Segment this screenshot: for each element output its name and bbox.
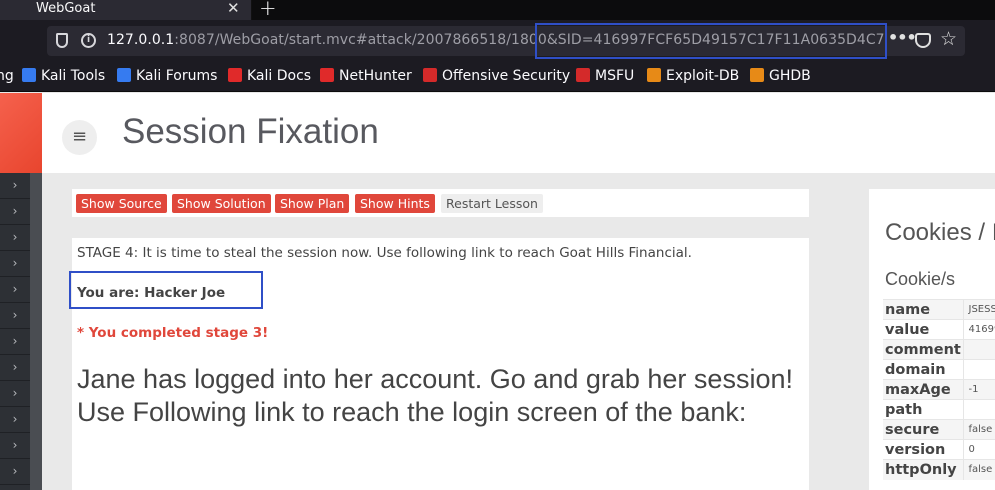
- cookie-value: -1: [963, 379, 995, 400]
- cookie-key: comment: [883, 339, 964, 360]
- bookmark-label: NetHunter: [339, 68, 412, 84]
- bookmark-label: Exploit-DB: [666, 68, 740, 84]
- cookie-key: version: [883, 439, 964, 460]
- cookie-row: version 0: [883, 439, 995, 460]
- cookie-row: comment: [883, 339, 995, 360]
- show-source-button[interactable]: Show Source: [76, 194, 167, 213]
- show-hints-button[interactable]: Show Hints: [355, 194, 435, 213]
- bookmark-label: GHDB: [769, 68, 811, 84]
- chevron-right-icon[interactable]: ›: [0, 381, 30, 407]
- chevron-right-icon[interactable]: ›: [0, 173, 30, 199]
- browser-tab[interactable]: WebGoat ✕: [0, 0, 252, 20]
- chevron-right-icon[interactable]: ›: [0, 459, 30, 485]
- bookmark-label: MSFU: [595, 68, 635, 84]
- cookies-subtitle: Cookie/s: [885, 269, 956, 289]
- page-title: Session Fixation: [122, 112, 379, 151]
- chevron-right-icon[interactable]: ›: [0, 251, 30, 277]
- bookmark-label: Kali Forums: [136, 68, 218, 84]
- new-tab-icon[interactable]: +: [259, 0, 277, 20]
- bookmark-label: Offensive Security: [442, 68, 571, 84]
- cookie-key: httpOnly: [883, 459, 964, 480]
- cookie-key: path: [883, 399, 964, 420]
- cookie-key: maxAge: [883, 379, 964, 400]
- cookie-row: domain: [883, 359, 995, 380]
- cookie-row: value41699: [883, 319, 995, 340]
- lesson-toolbar: Show Source Show Solution Show Plan Show…: [72, 189, 809, 217]
- tab-bar: WebGoat ✕ +: [0, 0, 995, 20]
- cookie-value: [963, 359, 995, 380]
- shield-icon[interactable]: [56, 33, 68, 48]
- cookie-value: [963, 399, 995, 420]
- kali-docs-icon: [228, 68, 242, 82]
- cookie-row: secure false: [883, 419, 995, 440]
- chevron-right-icon[interactable]: ›: [0, 407, 30, 433]
- cookie-row: maxAge -1: [883, 379, 995, 400]
- ghdb-icon: [750, 68, 764, 82]
- chevron-right-icon[interactable]: ›: [0, 199, 30, 225]
- side-nav: › › › › › › › › › › › ›: [0, 173, 30, 490]
- info-icon[interactable]: i: [81, 33, 96, 48]
- bookmark-item[interactable]: Exploit-DB: [647, 68, 739, 84]
- cookies-title: Cookies / I: [885, 219, 995, 246]
- cookie-value: 0: [963, 439, 995, 460]
- cookie-row: path: [883, 399, 995, 420]
- cookie-row: httpOnly false: [883, 459, 995, 480]
- cookie-value: false: [963, 459, 995, 480]
- user-highlight-box: [69, 271, 263, 309]
- chevron-right-icon[interactable]: ›: [0, 303, 30, 329]
- bookmark-item[interactable]: ng: [0, 68, 14, 84]
- chevron-right-icon[interactable]: ›: [0, 329, 30, 355]
- cookie-key: domain: [883, 359, 964, 380]
- bookmark-item[interactable]: Kali Forums: [117, 68, 217, 84]
- bookmark-item[interactable]: NetHunter: [320, 68, 412, 84]
- cookie-value: JSESS: [963, 299, 995, 320]
- show-plan-button[interactable]: Show Plan: [275, 194, 350, 213]
- url-host: 127.0.0.1: [107, 32, 175, 48]
- tab-title: WebGoat: [36, 1, 96, 16]
- completed-message: * You completed stage 3!: [77, 325, 269, 341]
- bookmarks-bar: ng Kali Tools Kali Forums Kali Docs NetHunte…: [0, 62, 995, 92]
- offsec-icon: [423, 68, 437, 82]
- cookie-table: nameJSESSvalue41699commentdomainmaxAge-1…: [883, 299, 995, 480]
- chevron-right-icon[interactable]: ›: [0, 433, 30, 459]
- sid-highlight-box: [535, 23, 887, 59]
- bookmark-item[interactable]: MSFU: [576, 68, 634, 84]
- kali-icon: [117, 68, 131, 82]
- bookmark-item[interactable]: GHDB: [750, 68, 811, 84]
- cookie-row: name JSESS: [883, 299, 995, 320]
- chevron-right-icon[interactable]: ›: [0, 277, 30, 303]
- lesson-message: Jane has logged into her account. Go and…: [77, 364, 793, 427]
- show-solution-button[interactable]: Show Solution: [172, 194, 271, 213]
- side-nav-gutter: [30, 173, 42, 490]
- restart-lesson-button[interactable]: Restart Lesson: [441, 194, 543, 213]
- more-icon[interactable]: •••: [888, 28, 917, 47]
- bookmark-item[interactable]: Offensive Security: [423, 68, 570, 84]
- cookie-key: secure: [883, 419, 964, 440]
- cookie-value: false: [963, 419, 995, 440]
- stage-text: STAGE 4: It is time to steal the session…: [77, 245, 692, 261]
- exploit-db-icon: [647, 68, 661, 82]
- chevron-right-icon[interactable]: ›: [0, 355, 30, 381]
- pocket-icon[interactable]: [915, 33, 931, 48]
- page-header: ≡ Session Fixation: [42, 93, 995, 173]
- msfu-icon: [576, 68, 590, 82]
- cookie-key: value: [883, 319, 964, 340]
- kali-icon: [22, 68, 36, 82]
- menu-toggle-button[interactable]: ≡: [62, 120, 97, 155]
- bookmark-label: Kali Docs: [247, 68, 312, 84]
- cookies-panel: Cookies / I Cookie/s nameJSESSvalue41699…: [869, 189, 995, 490]
- cookie-key: name: [883, 299, 964, 320]
- nethunter-icon: [320, 68, 334, 82]
- chevron-right-icon[interactable]: ›: [0, 225, 30, 251]
- star-icon[interactable]: ☆: [940, 28, 957, 50]
- bookmark-label: Kali Tools: [41, 68, 106, 84]
- cookie-value: 41699: [963, 319, 995, 340]
- bookmark-label: ng: [0, 68, 14, 84]
- close-icon[interactable]: ✕: [227, 0, 240, 17]
- cookie-value: [963, 339, 995, 360]
- bookmark-item[interactable]: Kali Tools: [22, 68, 105, 84]
- webgoat-logo: -: [0, 93, 42, 173]
- bookmark-item[interactable]: Kali Docs: [228, 68, 311, 84]
